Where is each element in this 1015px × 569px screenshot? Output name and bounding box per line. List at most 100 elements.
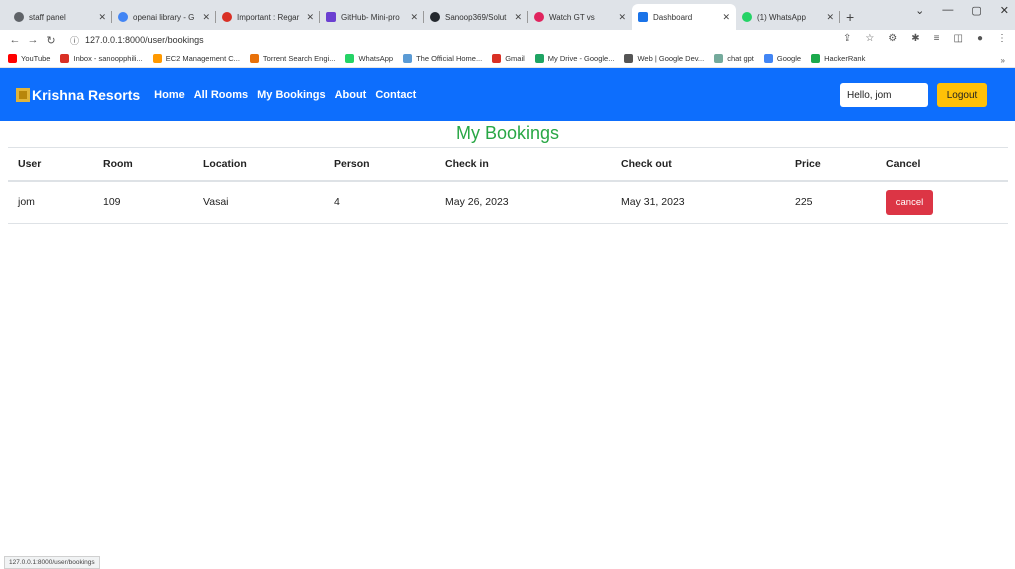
bookmark-icon	[152, 54, 162, 63]
close-window-icon[interactable]: ✕	[1000, 4, 1009, 17]
cell-location: Vasai	[193, 180, 324, 224]
new-tab-icon[interactable]: +	[846, 4, 854, 30]
close-icon[interactable]: ✕	[202, 12, 210, 23]
chevron-down-icon[interactable]: ⌄	[915, 4, 924, 17]
bookings-table: User Room Location Person Check in Check…	[8, 147, 1008, 224]
nav-link-all-rooms[interactable]: All Rooms	[194, 89, 248, 101]
cell-cancel: cancel	[876, 180, 1008, 224]
nav-link-my-bookings[interactable]: My Bookings	[257, 89, 325, 101]
puzzle-icon[interactable]: ✱	[911, 33, 919, 44]
play-icon	[534, 12, 544, 22]
extension-icon[interactable]: ⚙	[888, 33, 897, 44]
close-icon[interactable]: ✕	[722, 12, 730, 23]
bookmarks-bar: YouTube Inbox - sanoopphili... EC2 Managem…	[0, 50, 1015, 68]
back-icon[interactable]: ←	[8, 34, 22, 46]
tab-github-sanoop[interactable]: Sanoop369/Solut ✕	[424, 4, 528, 30]
bookmark-item[interactable]: Inbox - sanoopphili...	[60, 54, 143, 63]
forward-icon[interactable]: →	[26, 34, 40, 46]
tab-whatsapp[interactable]: (1) WhatsApp ✕	[736, 4, 840, 30]
sidebar-icon[interactable]: ◫	[954, 33, 963, 44]
close-icon[interactable]: ✕	[826, 12, 834, 23]
bookmark-item[interactable]: Gmail	[492, 54, 525, 63]
bookmark-icon	[534, 54, 544, 63]
bookmark-icon	[403, 54, 413, 63]
page-icon	[638, 12, 648, 22]
star-icon[interactable]: ☆	[865, 33, 874, 44]
bookmark-item[interactable]: Torrent Search Engi...	[249, 54, 336, 63]
tab-strip: staff panel ✕ openai library - G ✕ Impor…	[0, 0, 1015, 30]
close-icon[interactable]: ✕	[410, 12, 418, 23]
cell-price: 225	[785, 180, 876, 224]
nav-link-about[interactable]: About	[335, 89, 367, 101]
url-text[interactable]: 127.0.0.1:8000/user/bookings	[85, 35, 204, 45]
nav-link-home[interactable]: Home	[154, 89, 185, 101]
browser-window: staff panel ✕ openai library - G ✕ Impor…	[0, 0, 1015, 569]
bookmark-label: Web | Google Dev...	[637, 54, 705, 63]
bookmark-item[interactable]: The Official Home...	[403, 54, 482, 63]
reload-icon[interactable]: ↻	[44, 34, 58, 47]
bookmark-item[interactable]: EC2 Management C...	[152, 54, 240, 63]
site-navbar: Krishna Resorts Home All Rooms My Bookin…	[0, 68, 1015, 121]
bookmark-label: Gmail	[505, 54, 525, 63]
bookmark-label: HackerRank	[824, 54, 866, 63]
table-row: jom 109 Vasai 4 May 26, 2023 May 31, 202…	[8, 180, 1008, 224]
tab-github-mini-project[interactable]: GitHub- Mini-pro ✕	[320, 4, 424, 30]
bookmark-label: Google	[776, 54, 802, 63]
tab-watch[interactable]: Watch GT vs ✕	[528, 4, 632, 30]
tab-important[interactable]: Important : Regar ✕	[216, 4, 320, 30]
tab-openai-library[interactable]: openai library - G ✕	[112, 4, 216, 30]
tab-dashboard[interactable]: Dashboard ✕	[632, 4, 736, 30]
close-icon[interactable]: ✕	[618, 12, 626, 23]
column-header-price: Price	[785, 147, 876, 182]
brand[interactable]: Krishna Resorts	[16, 87, 140, 103]
gear-icon	[14, 12, 24, 22]
bookmark-item[interactable]: Google	[763, 54, 802, 63]
tab-title: (1) WhatsApp	[757, 12, 806, 22]
gmail-icon	[222, 12, 232, 22]
table-header-row: User Room Location Person Check in Check…	[8, 147, 1008, 182]
menu-icon[interactable]: ⋮	[997, 33, 1007, 44]
bookmark-icon	[345, 54, 355, 63]
close-icon[interactable]: ✕	[514, 12, 522, 23]
tab-title: Watch GT vs	[549, 12, 595, 22]
bookmark-item[interactable]: YouTube	[8, 54, 50, 63]
url-field[interactable]: ⓘ 127.0.0.1:8000/user/bookings	[70, 34, 204, 47]
close-icon[interactable]: ✕	[98, 12, 106, 23]
bookmark-label: Torrent Search Engi...	[262, 54, 336, 63]
maximize-icon[interactable]: ▢	[971, 4, 981, 17]
minimize-icon[interactable]: —	[942, 4, 953, 17]
chevron-right-icon[interactable]: »	[1001, 56, 1005, 65]
cancel-booking-button[interactable]: cancel	[886, 189, 933, 215]
column-header-location: Location	[193, 147, 324, 182]
cell-person: 4	[324, 180, 435, 224]
close-icon[interactable]: ✕	[306, 12, 314, 23]
logout-button[interactable]: Logout	[937, 83, 987, 107]
reading-list-icon[interactable]: ≡	[934, 33, 940, 44]
bookmark-icon	[492, 54, 502, 63]
bookmark-icon	[249, 54, 259, 63]
bookmark-item[interactable]: WhatsApp	[345, 54, 393, 63]
square-icon	[326, 12, 336, 22]
bookmark-item[interactable]: Web | Google Dev...	[624, 54, 704, 63]
bookmark-label: EC2 Management C...	[165, 54, 240, 63]
bookmark-item[interactable]: HackerRank	[811, 54, 865, 63]
nav-link-contact[interactable]: Contact	[375, 89, 416, 101]
bookmark-icon	[8, 54, 17, 63]
avatar[interactable]: ●	[977, 33, 983, 44]
bookmark-item[interactable]: My Drive - Google...	[534, 54, 614, 63]
brand-name: Krishna Resorts	[32, 86, 141, 103]
page-title: My Bookings	[455, 123, 560, 143]
bookmark-icon	[60, 54, 70, 63]
cell-room: 109	[93, 180, 193, 224]
share-icon[interactable]: ⇪	[843, 33, 851, 44]
tab-staff-panel[interactable]: staff panel ✕	[8, 4, 112, 30]
address-bar: ← → ↻ ⓘ 127.0.0.1:8000/user/bookings ⇪ ☆…	[0, 30, 1015, 50]
google-icon	[118, 12, 128, 22]
cell-check-out: May 31, 2023	[611, 180, 785, 224]
github-icon	[430, 12, 440, 22]
column-header-check-in: Check in	[435, 147, 611, 182]
cell-user: jom	[8, 180, 93, 224]
info-icon[interactable]: ⓘ	[70, 34, 79, 47]
bookmark-icon	[811, 54, 821, 63]
bookmark-item[interactable]: chat gpt	[714, 54, 754, 63]
